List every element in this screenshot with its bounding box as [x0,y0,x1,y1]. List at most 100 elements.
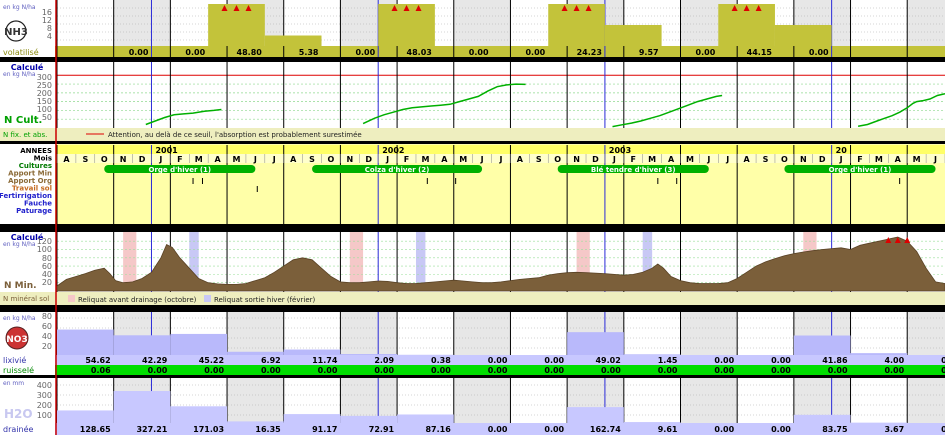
no3-tick-40: 40 [42,332,52,341]
stics-results-panel: en kg N/ha 16 12 8 4 NH3 volatilisé 0.00… [0,0,945,435]
no3-value-label: 41.86 [822,356,848,365]
h2o-bar [57,410,114,423]
month-label: J [612,155,616,164]
h2o-value-label: 91.17 [312,425,337,434]
month-label: F [404,155,409,164]
h2o-value-label: 0.00 [714,425,734,434]
month-label: J [272,155,276,164]
nh3-value-label: 0.00 [129,48,149,57]
ruissele-value-label: 0.00 [714,366,734,375]
month-label: J [253,155,257,164]
month-label: A [517,155,524,164]
month-label: A [668,155,675,164]
nh3-row-label: volatilisé [3,47,39,57]
h2o-tick-400: 400 [37,381,52,390]
nh3-value-label: 48.03 [407,48,432,57]
no3-bar [793,335,851,355]
h2o-value-label: 0.00 [488,425,508,434]
no3-value-label: 49.02 [595,356,620,365]
no3-bar [850,353,908,355]
no3-bar [113,335,171,355]
month-label: F [631,155,636,164]
no3-value-label: 11.74 [312,356,338,365]
month-label: M [686,155,694,164]
nh3-value-label: 0.00 [185,48,205,57]
month-label: J [725,155,729,164]
h2o-value-label: 9.61 [658,425,678,434]
h2o-value-label: 128.65 [80,425,111,434]
month-label: F [177,155,182,164]
h2o-value-label: 3.67 [884,425,904,434]
nh3-value-label: 44.15 [747,48,773,57]
nh3-value-label: 0.00 [525,48,545,57]
month-label: A [290,155,297,164]
nmin-label: N Min. [4,281,37,291]
nh3-bar [604,25,662,46]
no3-shade [227,312,284,355]
month-label: M [459,155,467,164]
nh3-shade [907,0,945,46]
h2o-value-label: 162.74 [590,425,621,434]
no3-value-label: 2.09 [374,356,394,365]
nh3-value-label: 5.38 [299,48,319,57]
h2o-bar [227,421,284,423]
h2o-bar [170,406,228,423]
year-label: 2001 [155,146,178,155]
nh3-value-label: 0.00 [696,48,716,57]
month-label: O [554,155,561,164]
month-label: M [913,155,921,164]
static-layer: en kg N/ha 16 12 8 4 NH3 volatilisé 0.00… [0,0,945,435]
separator-3 [0,224,945,232]
ruissele-value-label: 0.00 [431,366,451,375]
ruissele-value-label: 0.00 [658,366,678,375]
month-label: O [781,155,788,164]
no3-bar [57,329,114,355]
ruissele-value-label: 0.00 [771,366,791,375]
month-label: N [346,155,353,164]
month-label: N [120,155,127,164]
separator-4 [0,305,945,312]
no3-value-label: 54.62 [85,356,110,365]
month-label: F [857,155,862,164]
no3-icon: NO3 [5,326,29,350]
nh3-value-label: 24.23 [577,48,602,57]
no3-bar [170,333,228,355]
month-label: S [309,155,315,164]
month-label: A [63,155,70,164]
nh3-value-label: 0.00 [809,48,829,57]
ruissele-value-label: 0.00 [941,366,945,375]
month-label: J [706,155,710,164]
no3-bar [623,354,681,355]
no3-tick-80: 80 [42,312,52,321]
no3-icon-label: NO3 [6,335,27,345]
separator-2 [0,141,945,144]
nh3-value-label: 48.80 [237,48,263,57]
no3-value-label: 42.29 [142,356,168,365]
ruissele-value-label: 0.00 [318,366,338,375]
h2o-unit: en mm [3,380,24,387]
nmin-tick-20: 20 [42,278,52,287]
nh3-shade [113,0,171,46]
ncult-label: N Cult. [4,115,42,126]
ncult-bg [55,62,945,128]
itinerary-row-label: Paturage [16,207,52,215]
legend-pink: Reliquat avant drainage (octobre) [78,296,197,304]
month-label: J [839,155,843,164]
h2o-value-label: 16.35 [255,425,281,434]
month-label: M [421,155,429,164]
no3-bar [340,354,398,355]
month-label: M [233,155,241,164]
no3-row-label-1: lixivié [3,355,26,365]
h2o-value-label: 171.03 [193,425,224,434]
h2o-bar [340,415,398,423]
crop-label: Blé tendre d'hiver (3) [591,166,676,174]
month-label: J [499,155,503,164]
h2o-value-label: 87.16 [425,425,451,434]
no3-bar [227,351,284,355]
no3-shade [907,312,945,355]
nh3-bar [264,35,322,46]
h2o-bar [283,414,341,423]
month-label: M [195,155,203,164]
nh3-tick-4: 4 [47,32,52,41]
h2o-bar [567,407,624,423]
